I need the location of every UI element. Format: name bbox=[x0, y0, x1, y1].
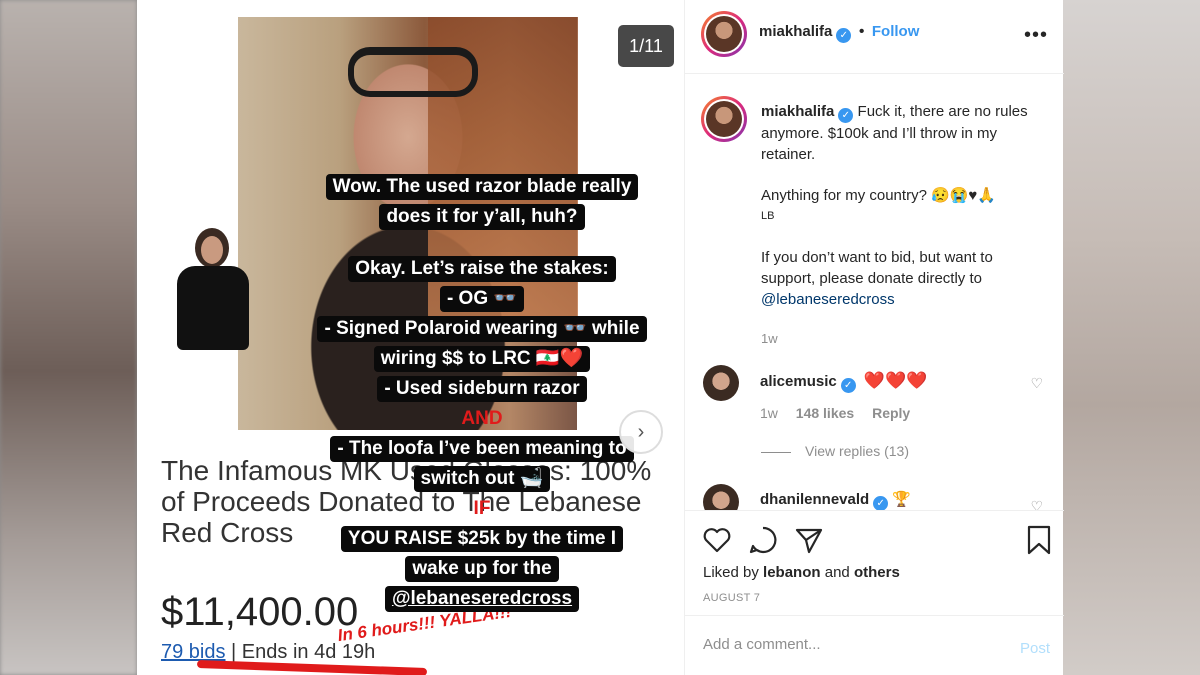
comment-item: dhanilennevald ✓ 🏆 ♡ bbox=[703, 484, 1053, 510]
comment-item: alicemusic ✓ ❤️❤️❤️ 1w 148 likes Reply ♡ bbox=[703, 365, 1053, 425]
caption-first: miakhalifa ✓ Fuck it, there are no rules … bbox=[761, 101, 1051, 165]
story-line-row: - OG 👓 bbox=[287, 284, 677, 314]
more-icon[interactable]: ••• bbox=[1024, 24, 1048, 47]
comment-like-icon[interactable]: ♡ bbox=[1030, 375, 1043, 392]
story-line-row: IF bbox=[287, 494, 677, 524]
comment-text: ❤️❤️❤️ bbox=[863, 371, 928, 390]
story-line-row: wake up for the bbox=[287, 554, 677, 584]
story-line-row: - Used sideburn razor bbox=[287, 374, 677, 404]
story-mention[interactable]: @lebaneseredcross bbox=[384, 586, 580, 612]
background-blur-left bbox=[0, 0, 137, 675]
story-line: wiring $$ to LRC 🇱🇧❤️ bbox=[373, 346, 591, 372]
story-line: switch out 🛁 bbox=[413, 466, 551, 492]
comment-likes[interactable]: 148 likes bbox=[796, 405, 854, 421]
story-line-row: - The loofa I’ve been meaning to bbox=[287, 434, 677, 464]
liked-by-and: and bbox=[820, 564, 854, 581]
story-line: - Signed Polaroid wearing 👓 while bbox=[317, 316, 647, 342]
comment-username[interactable]: dhanilennevald bbox=[760, 491, 869, 508]
post-side-panel: miakhalifa ✓ • Follow ••• miakhalifa ✓ Fuc… bbox=[684, 0, 1064, 675]
comment-avatar[interactable] bbox=[703, 365, 739, 401]
verified-icon: ✓ bbox=[838, 108, 854, 123]
verified-icon: ✓ bbox=[836, 28, 852, 43]
comment-username[interactable]: alicemusic bbox=[760, 373, 837, 390]
caption-mention[interactable]: @lebaneseredcross bbox=[761, 289, 1051, 310]
story-line-row: wiring $$ to LRC 🇱🇧❤️ bbox=[287, 344, 677, 374]
next-arrow-icon[interactable]: › bbox=[619, 410, 663, 454]
caption-username[interactable]: miakhalifa bbox=[761, 103, 834, 120]
post-actions: Liked by lebanon and others AUGUST 7 bbox=[685, 510, 1064, 615]
verified-icon: ✓ bbox=[840, 378, 856, 393]
liked-by-prefix: Liked by bbox=[703, 564, 764, 581]
caption-text-2: Anything for my country? 😥😭♥🙏 bbox=[761, 187, 997, 204]
story-line-row: - Signed Polaroid wearing 👓 while bbox=[287, 314, 677, 344]
story-line-row: Wow. The used razor blade really bbox=[287, 172, 677, 202]
reply-button[interactable]: Reply bbox=[872, 405, 910, 421]
sticker-face bbox=[201, 236, 223, 264]
story-line: does it for y’all, huh? bbox=[379, 204, 585, 230]
caption-time: 1w bbox=[761, 331, 778, 346]
glasses-graphic bbox=[348, 47, 478, 97]
heart-icon[interactable] bbox=[701, 524, 733, 556]
comment-body: dhanilennevald ✓ 🏆 bbox=[760, 490, 911, 510]
comment-meta: 1w 148 likes Reply bbox=[760, 405, 924, 421]
story-line: - The loofa I’ve been meaning to bbox=[330, 436, 634, 462]
comment-input[interactable] bbox=[703, 636, 1003, 653]
follow-button[interactable]: Follow bbox=[872, 23, 920, 40]
story-line: wake up for the bbox=[405, 556, 559, 582]
liked-by-user[interactable]: lebanon bbox=[763, 564, 821, 581]
post-header: miakhalifa ✓ • Follow ••• bbox=[685, 0, 1064, 74]
caption-avatar[interactable] bbox=[701, 96, 747, 142]
liked-by-others[interactable]: others bbox=[854, 564, 900, 581]
caption: miakhalifa ✓ Fuck it, there are no rules … bbox=[761, 101, 1051, 349]
post-date: AUGUST 7 bbox=[703, 592, 761, 604]
share-icon[interactable] bbox=[793, 524, 825, 556]
page-counter: 1/11 bbox=[618, 25, 674, 67]
comment-like-icon[interactable]: ♡ bbox=[1030, 498, 1043, 510]
post-button[interactable]: Post bbox=[1020, 640, 1050, 657]
post-image: 1/11 The Infamous MK Used Glasses: 100% … bbox=[137, 0, 684, 675]
view-replies-button[interactable]: View replies (13) bbox=[761, 443, 909, 459]
story-line-row: YOU RAISE $25k by the time I bbox=[287, 524, 677, 554]
story-line: Wow. The used razor blade really bbox=[325, 174, 639, 200]
woman-sticker bbox=[167, 228, 257, 352]
header-user: miakhalifa ✓ • Follow bbox=[759, 23, 919, 43]
liked-by: Liked by lebanon and others bbox=[703, 564, 900, 581]
comment-avatar[interactable] bbox=[703, 484, 739, 510]
story-line-row: switch out 🛁 bbox=[287, 464, 677, 494]
comment-time: 1w bbox=[760, 405, 778, 421]
story-gap bbox=[287, 232, 677, 254]
caption-text-3: If you don’t want to bid, but want to su… bbox=[761, 249, 993, 287]
verified-icon: ✓ bbox=[873, 496, 889, 510]
story-line: YOU RAISE $25k by the time I bbox=[340, 526, 624, 552]
header-avatar[interactable] bbox=[701, 11, 747, 57]
story-line: - Used sideburn razor bbox=[377, 376, 587, 402]
story-line-row: Okay. Let’s raise the stakes: bbox=[287, 254, 677, 284]
story-line: IF bbox=[473, 498, 491, 519]
comment-text: 🏆 bbox=[892, 491, 912, 508]
story-line-row: @lebaneseredcross bbox=[287, 584, 677, 614]
story-line: Okay. Let’s raise the stakes: bbox=[348, 256, 616, 282]
comment-icon[interactable] bbox=[747, 524, 779, 556]
ends-text: | Ends in 4d 19h bbox=[225, 641, 376, 663]
header-separator: • bbox=[858, 23, 865, 40]
story-line: AND bbox=[461, 408, 503, 429]
comment-body: alicemusic ✓ ❤️❤️❤️ bbox=[760, 371, 927, 393]
header-username[interactable]: miakhalifa bbox=[759, 23, 832, 40]
sticker-body bbox=[177, 266, 249, 350]
story-text-overlay: Wow. The used razor blade really does it … bbox=[287, 172, 677, 614]
story-line: - OG 👓 bbox=[439, 286, 525, 312]
story-line-row: does it for y’all, huh? bbox=[287, 202, 677, 232]
flag-label: LB bbox=[761, 210, 775, 222]
bookmark-icon[interactable] bbox=[1023, 524, 1055, 556]
background-blur-right bbox=[1063, 0, 1200, 675]
comment-box: Post bbox=[685, 615, 1064, 675]
